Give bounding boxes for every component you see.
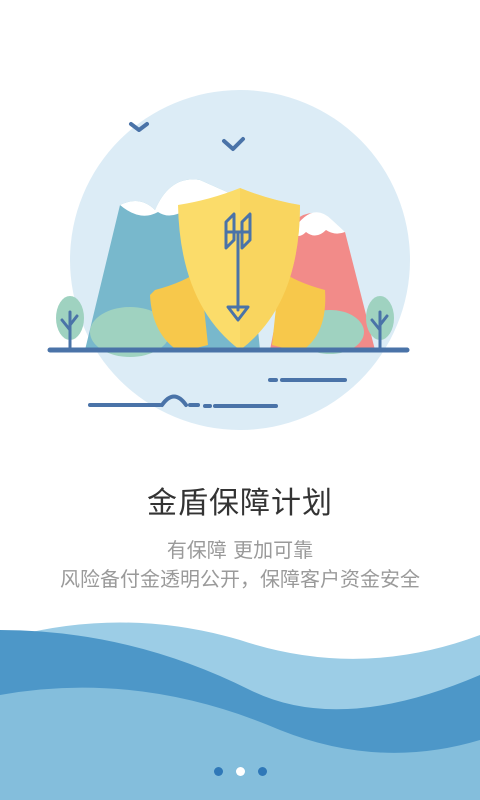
page-dot[interactable] [213, 767, 223, 776]
page-title: 金盾保障计划 [147, 486, 333, 521]
page-dot-active[interactable] [235, 767, 245, 776]
page-description: 风险备付金透明公开，保障客户资金安全 [60, 567, 420, 591]
page-dot[interactable] [257, 767, 267, 776]
page-indicator [0, 767, 480, 776]
onboarding-screen: 金盾保障计划 有保障 更加可靠 风险备付金透明公开，保障客户资金安全 [0, 0, 480, 800]
shield-illustration [47, 90, 410, 430]
page-subtitle: 有保障 更加可靠 [166, 538, 314, 562]
